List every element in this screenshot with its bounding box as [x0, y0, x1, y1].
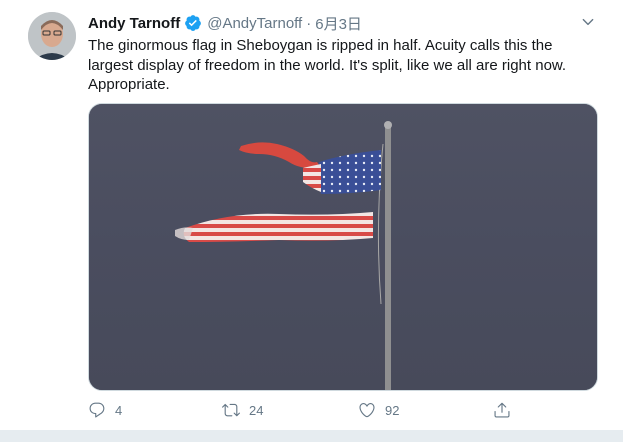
separator-dot: · [306, 14, 312, 32]
avatar[interactable] [28, 12, 76, 60]
retweet-icon [222, 401, 240, 419]
like-button[interactable]: 92 [358, 399, 399, 421]
share-icon [493, 401, 511, 419]
author-name[interactable]: Andy Tarnoff [88, 15, 180, 32]
reply-button[interactable]: 4 [88, 399, 122, 421]
tweet-header: Andy Tarnoff @AndyTarnoff · 6月3日 [88, 12, 362, 34]
avatar-photo [28, 12, 76, 60]
reply-icon [88, 401, 106, 419]
flag-photo-image [89, 104, 597, 390]
more-options-chevron-down-icon[interactable] [578, 12, 598, 32]
author-handle[interactable]: @AndyTarnoff [207, 15, 302, 32]
share-button[interactable] [493, 399, 511, 421]
tweet-card[interactable]: Andy Tarnoff @AndyTarnoff · 6月3日 The gin… [0, 0, 623, 430]
tweet-text: The ginormous flag in Sheboygan is rippe… [88, 37, 567, 93]
retweet-count: 24 [249, 402, 264, 418]
like-count: 92 [385, 402, 400, 418]
verified-badge-icon [184, 14, 202, 32]
tweet-photo[interactable] [88, 103, 598, 391]
tweet-actions: 4 24 92 [88, 399, 596, 421]
retweet-button[interactable]: 24 [222, 399, 263, 421]
timeline-divider [0, 430, 623, 442]
reply-count: 4 [115, 402, 123, 418]
heart-icon [358, 401, 376, 419]
timestamp[interactable]: 6月3日 [315, 13, 362, 34]
